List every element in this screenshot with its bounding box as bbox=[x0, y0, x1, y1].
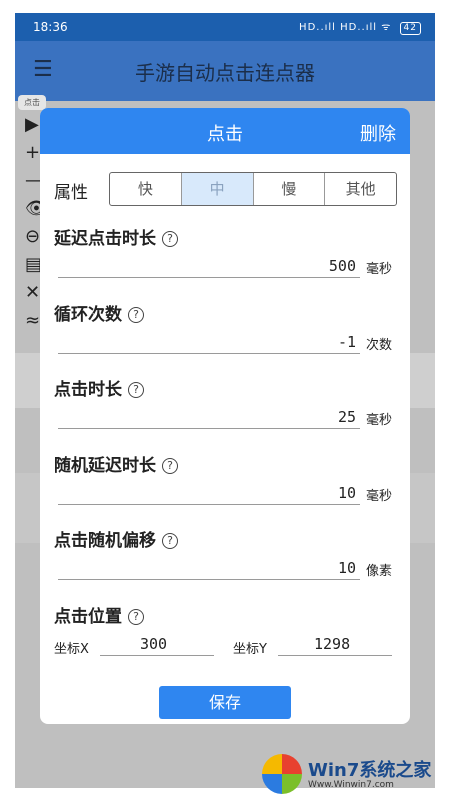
dialog-header: 点击 删除 bbox=[40, 108, 410, 154]
battery-icon: 42 bbox=[399, 22, 421, 35]
delay-duration-input[interactable] bbox=[58, 254, 360, 278]
speed-option-medium[interactable]: 中 bbox=[181, 173, 254, 205]
help-icon[interactable]: ? bbox=[128, 382, 144, 398]
click-duration-label: 点击时长? bbox=[54, 375, 144, 400]
property-label: 属性 bbox=[54, 183, 88, 203]
random-offset-label: 点击随机偏移? bbox=[54, 526, 178, 551]
status-bar: 18:36 HD..ıll HD..ıll ᯤ 42 bbox=[15, 13, 435, 41]
help-icon[interactable]: ? bbox=[128, 609, 144, 625]
save-button[interactable]: 保存 bbox=[159, 686, 291, 719]
watermark-url: Www.Winwin7.com bbox=[308, 780, 394, 790]
app-title: 手游自动点击连点器 bbox=[135, 61, 315, 85]
coord-x-label: 坐标X bbox=[54, 642, 89, 657]
signal-icon: HD..ıll HD..ıll ᯤ bbox=[299, 22, 392, 33]
random-offset-input[interactable] bbox=[58, 556, 360, 580]
speed-option-fast[interactable]: 快 bbox=[110, 173, 182, 205]
random-delay-input[interactable] bbox=[58, 481, 360, 505]
coord-y-input[interactable] bbox=[278, 632, 392, 656]
random-delay-unit: 毫秒 bbox=[366, 489, 393, 504]
delay-duration-text: 延迟点击时长 bbox=[54, 229, 156, 249]
random-delay-label: 随机延迟时长? bbox=[54, 451, 178, 476]
loop-count-text: 循环次数 bbox=[54, 305, 122, 325]
speed-option-slow[interactable]: 慢 bbox=[254, 173, 326, 205]
click-duration-unit: 毫秒 bbox=[366, 413, 393, 428]
click-position-text: 点击位置 bbox=[54, 607, 122, 627]
app-bar: ☰ 手游自动点击连点器 bbox=[15, 41, 435, 101]
click-settings-dialog: 点击 删除 属性 快 中 慢 其他 延迟点击时长? 毫秒 循环次数? 次数 点击… bbox=[40, 108, 410, 724]
delay-duration-label: 延迟点击时长? bbox=[54, 224, 178, 249]
watermark: Win7系统之家 Www.Winwin7.com bbox=[262, 754, 448, 794]
random-delay-text: 随机延迟时长 bbox=[54, 456, 156, 476]
loop-count-input[interactable] bbox=[58, 330, 360, 354]
windows-logo-icon bbox=[262, 754, 302, 794]
help-icon[interactable]: ? bbox=[128, 307, 144, 323]
random-offset-text: 点击随机偏移 bbox=[54, 531, 156, 551]
dialog-title: 点击 bbox=[207, 124, 243, 145]
speed-selector: 快 中 慢 其他 bbox=[109, 172, 397, 206]
status-time: 18:36 bbox=[33, 20, 68, 34]
loop-count-label: 循环次数? bbox=[54, 300, 144, 325]
delay-duration-unit: 毫秒 bbox=[366, 262, 393, 277]
delete-button[interactable]: 删除 bbox=[360, 120, 396, 146]
speed-option-other[interactable]: 其他 bbox=[325, 173, 396, 205]
loop-count-unit: 次数 bbox=[366, 338, 393, 353]
help-icon[interactable]: ? bbox=[162, 231, 178, 247]
random-offset-unit: 像素 bbox=[366, 564, 393, 579]
help-icon[interactable]: ? bbox=[162, 533, 178, 549]
click-position-label: 点击位置? bbox=[54, 602, 144, 627]
status-icons: HD..ıll HD..ıll ᯤ 42 bbox=[299, 19, 421, 35]
watermark-brand: Win7系统之家 bbox=[308, 760, 432, 781]
click-duration-text: 点击时长 bbox=[54, 380, 122, 400]
coord-y-label: 坐标Y bbox=[233, 642, 267, 657]
help-icon[interactable]: ? bbox=[162, 458, 178, 474]
coord-x-input[interactable] bbox=[100, 632, 214, 656]
click-duration-input[interactable] bbox=[58, 405, 360, 429]
